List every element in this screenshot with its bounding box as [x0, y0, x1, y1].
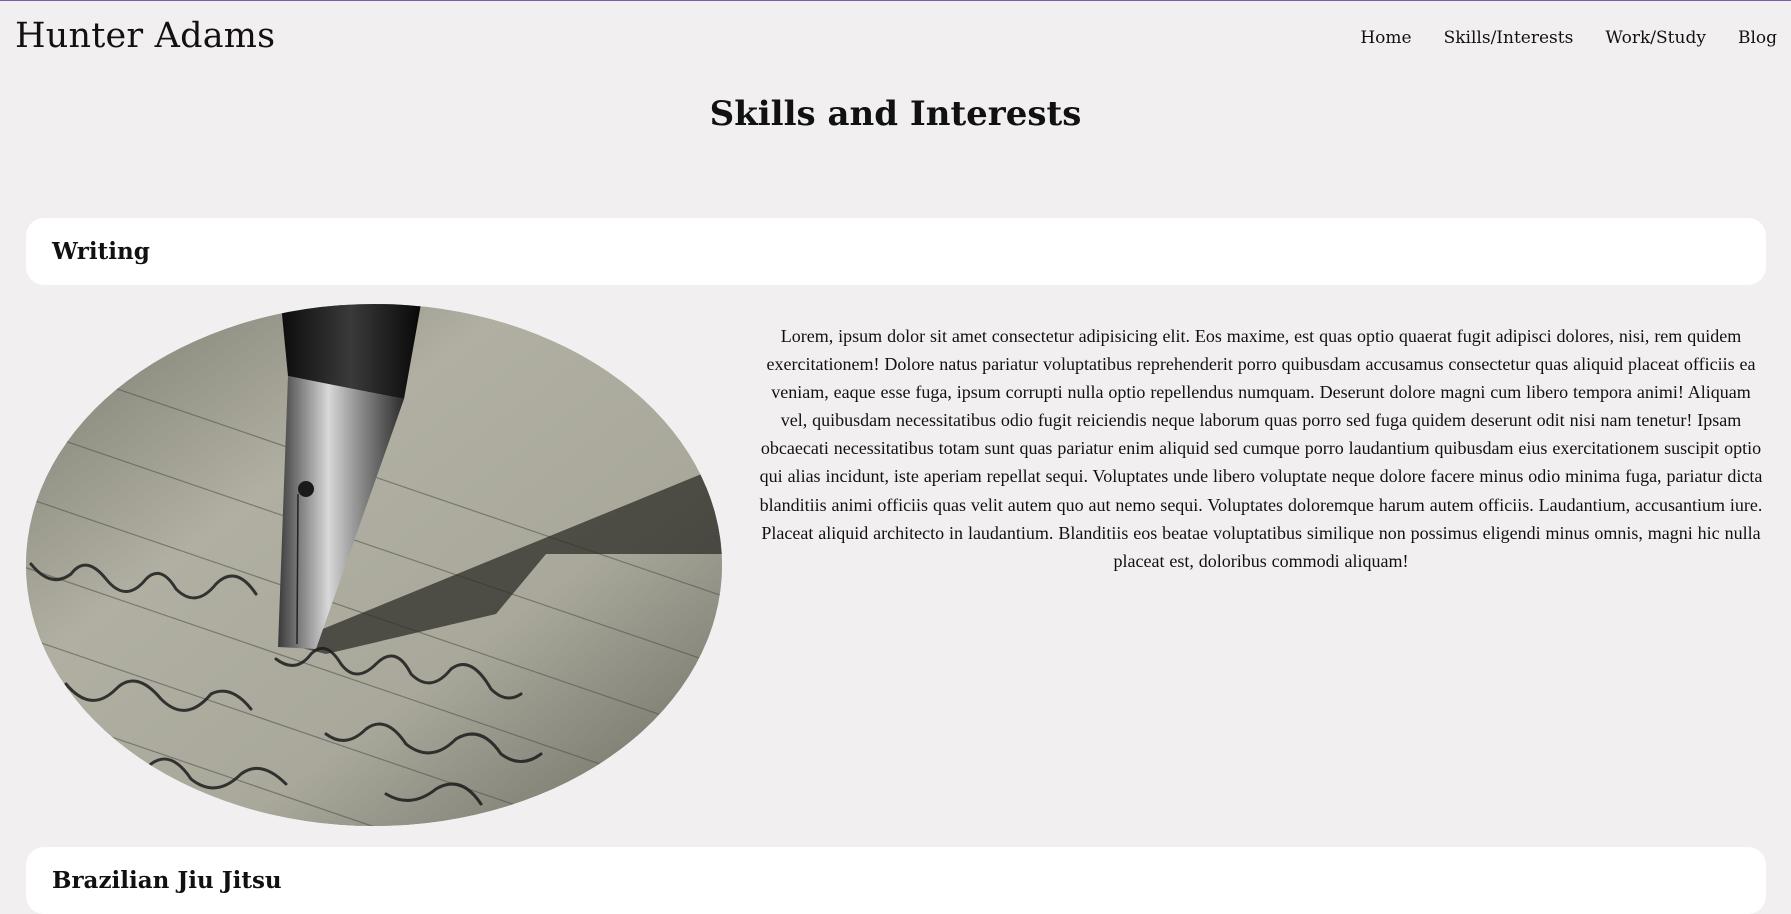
nav-home[interactable]: Home [1360, 28, 1411, 48]
section-heading: Brazilian Jiu Jitsu [52, 867, 282, 894]
site-brand[interactable]: Hunter Adams [15, 16, 275, 56]
writing-description: Lorem, ipsum dolor sit amet consectetur … [756, 322, 1766, 575]
site-header: Hunter Adams Home Skills/Interests Work/… [0, 0, 1791, 80]
nav-skills-interests[interactable]: Skills/Interests [1444, 28, 1574, 48]
page-title: Skills and Interests [709, 94, 1082, 134]
writing-photo [26, 304, 722, 826]
nav-blog[interactable]: Blog [1738, 28, 1777, 48]
main-nav: Home Skills/Interests Work/Study Blog [1360, 28, 1777, 48]
section-header-writing: Writing [26, 218, 1766, 285]
writing-body-paragraph: Lorem, ipsum dolor sit amet consectetur … [759, 326, 1763, 571]
section-heading: Writing [52, 238, 150, 265]
nav-work-study[interactable]: Work/Study [1605, 28, 1706, 48]
